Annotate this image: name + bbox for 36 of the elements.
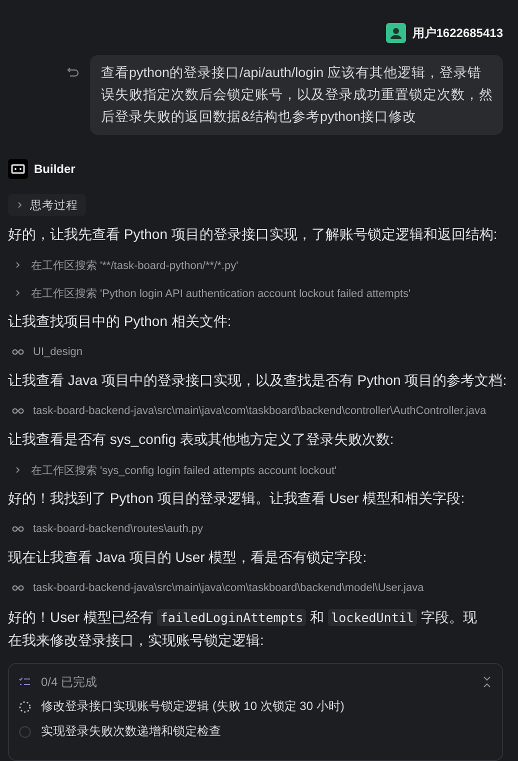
user-name: 用户1622685413 — [412, 24, 503, 42]
message-text: 好的，让我先查看 Python 项目的登录接口实现，了解账号锁定逻辑和返回结构: — [8, 225, 498, 244]
search-step[interactable]: 在工作区搜索 '**/task-board-python/**/*.py' — [31, 258, 238, 272]
undo-icon[interactable] — [66, 65, 80, 79]
avatar-icon — [386, 23, 406, 43]
message-text: 让我查找项目中的 Python 相关文件: — [8, 312, 232, 331]
loading-icon — [19, 700, 31, 712]
message-text: 现在让我查看 Java 项目的 User 模型，看是否有锁定字段: — [8, 548, 368, 567]
glasses-icon — [12, 585, 24, 591]
glasses-icon — [12, 526, 24, 532]
file-link[interactable]: UI_design — [33, 346, 83, 358]
message-text: 让我查看 Java 项目中的登录接口实现，以及查找是否有 Python 项目的参考文档: — [8, 371, 508, 390]
message-text: 好的！我找到了 Python 项目的登录逻辑。让我查看 User 模型和相关字段: — [8, 489, 466, 508]
search-step[interactable]: 在工作区搜索 'sys_config login failed attempts account lockout' — [31, 462, 337, 478]
todo-item: 修改登录接口实现账号锁定逻辑 (失败 10 次锁定 30 小时) — [41, 698, 344, 715]
todo-item: 实现登录失败次数递增和锁定检查 — [41, 723, 221, 740]
checklist-icon — [19, 677, 31, 687]
circle-icon — [19, 726, 31, 738]
glasses-icon — [12, 349, 24, 355]
collapse-button[interactable] — [482, 676, 492, 688]
file-link[interactable]: task-board-backend\routes\auth.py — [33, 523, 203, 535]
glasses-icon — [12, 408, 24, 414]
bot-icon — [8, 159, 28, 179]
chevron-icon — [16, 201, 24, 209]
thinking-toggle[interactable]: 思考过程 — [8, 194, 86, 216]
chevron-icon[interactable] — [14, 289, 22, 297]
user-message: 查看python的登录接口/api/auth/login 应该有其他逻辑，登录错误失败指定次数后会锁定账号，以及登录成功重置锁定次数，然后登录失败的返回数据&结构也参考python接口修改 — [90, 55, 503, 135]
file-link[interactable]: task-board-backend-java\src\main\java\com\taskboard\backend\model\User.java — [33, 582, 424, 594]
chevron-icon[interactable] — [14, 466, 22, 474]
chevron-icon[interactable] — [14, 261, 22, 269]
assistant-name: Builder — [34, 162, 76, 176]
search-step[interactable]: 在工作区搜索 'Python login API authentication account lockout failed attempts' — [31, 286, 411, 300]
progress-summary: 0/4 已完成 — [41, 674, 98, 690]
message-text: 让我查看是否有 sys_config 表或其他地方定义了登录失败次数: — [8, 430, 395, 449]
file-link[interactable]: task-board-backend-java\src\main\java\com\taskboard\backend\controller\AuthController.java — [33, 405, 486, 417]
message-text: 好的！User 模型已经有 failedLoginAttempts 和 lockedUntil 字段。现在我来修改登录接口，实现账号锁定逻辑: — [7, 608, 478, 650]
